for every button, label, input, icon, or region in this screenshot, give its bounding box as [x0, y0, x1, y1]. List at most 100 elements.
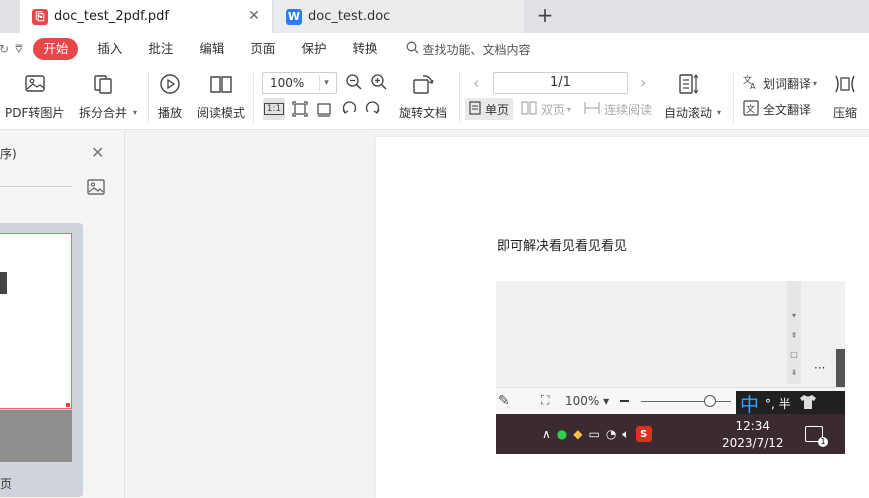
rotate-doc-label: 旋转文档: [399, 106, 448, 120]
split-merge-icon: [90, 71, 116, 97]
menu-convert[interactable]: 转换: [339, 38, 390, 60]
full-translate-button[interactable]: 文 全文翻译: [743, 98, 811, 120]
double-page-label: 双页: [541, 102, 566, 117]
toolbar-separator: [148, 71, 149, 123]
compress-button[interactable]: 压缩: [832, 71, 858, 121]
actual-size-label: 1:1: [263, 103, 285, 115]
compress-label: 压缩: [832, 106, 857, 120]
page-number-input[interactable]: 1/1: [493, 72, 628, 94]
toolbar-separator: [459, 71, 460, 123]
svg-text:文: 文: [746, 103, 755, 115]
fit-page-icon[interactable]: [290, 99, 310, 119]
system-clock: 12:34 2023/7/12: [722, 418, 784, 452]
tab-doc-test-2pdf[interactable]: ⎘ doc_test_2pdf.pdf ✕: [20, 0, 272, 33]
word-translate-button[interactable]: 文A 划词翻译 ▾: [743, 72, 817, 94]
rotate-right-icon[interactable]: [363, 99, 383, 119]
book-icon: [208, 71, 234, 97]
chevron-down-icon: ▾: [813, 78, 818, 88]
tab-label: doc_test.doc: [308, 9, 391, 24]
chevron-down-icon: ▾: [717, 108, 722, 117]
menu-home[interactable]: 开始: [33, 38, 79, 60]
zoom-in-icon[interactable]: [369, 72, 389, 92]
zoom-slider-track: [641, 401, 731, 402]
zoom-select[interactable]: 100% ▾: [262, 72, 337, 94]
continuous-read-button[interactable]: 连续阅读: [584, 98, 652, 120]
thumbnail-marker: [66, 403, 70, 407]
menu-annotate[interactable]: 批注: [135, 38, 186, 60]
embedded-panel-edge: [836, 349, 845, 387]
single-page-label: 单页: [485, 102, 510, 117]
volume-icon: 🔈︎: [622, 426, 630, 441]
ime-language: 中: [740, 394, 760, 416]
translate-icon: 文A: [743, 74, 759, 93]
split-merge-label: 拆分合并: [79, 106, 128, 120]
menu-edit[interactable]: 编辑: [186, 38, 237, 60]
menu-protect[interactable]: 保护: [288, 38, 339, 60]
doc-translate-icon: 文: [743, 99, 759, 119]
pdf-to-image-label: PDF转图片: [5, 106, 65, 120]
close-icon[interactable]: ✕: [246, 8, 262, 24]
notification-count: 1: [818, 437, 828, 447]
image-icon: [22, 71, 48, 97]
more-down-icon[interactable]: ⩢: [15, 42, 22, 57]
thumbnail-page: [0, 233, 72, 409]
read-mode-button[interactable]: 阅读模式: [197, 71, 245, 121]
chevron-down-icon[interactable]: ▾: [319, 75, 333, 91]
chevron-down-icon: ▾: [567, 104, 572, 114]
svg-text:A: A: [750, 82, 756, 90]
toolbar-separator: [253, 71, 254, 123]
single-page-button[interactable]: 单页: [465, 98, 514, 120]
actual-size-button[interactable]: 1:1: [263, 98, 285, 120]
embedded-zoom-value: 100%: [565, 394, 600, 408]
pdf-to-image-button[interactable]: PDF转图片: [5, 71, 64, 121]
rotate-left-icon[interactable]: [339, 99, 359, 119]
fit-width-icon[interactable]: [314, 99, 334, 119]
minus-icon: [620, 400, 629, 402]
next-page-icon[interactable]: ›: [640, 73, 646, 92]
prev-page-icon[interactable]: ‹: [473, 73, 479, 92]
split-merge-button[interactable]: 拆分合并 ▾: [79, 71, 137, 121]
zoom-slider-knob: [704, 395, 716, 407]
word-icon: W: [286, 8, 302, 25]
auto-scroll-button[interactable]: 自动滚动 ▾: [664, 71, 721, 121]
single-page-icon: [469, 100, 481, 118]
rotate-doc-button[interactable]: 旋转文档: [399, 71, 447, 121]
rotate-icon: [410, 71, 436, 97]
play-icon: [157, 71, 183, 97]
chevron-up-icon: ∧: [542, 427, 551, 441]
notification-icon: 1: [805, 426, 828, 447]
compress-icon: [832, 71, 858, 97]
menu-bar: ↻ ⩢ 开始 插入 批注 编辑 页面 保护 转换 查找功能、文档内容: [0, 33, 869, 65]
zoom-out-icon[interactable]: [344, 72, 364, 92]
chevron-down-icon: ▾: [133, 108, 138, 117]
tab-bar: ⎘ doc_test_2pdf.pdf ✕ W doc_test.doc +: [0, 0, 869, 33]
tab-doc-test[interactable]: W doc_test.doc: [274, 0, 524, 33]
pen-icon: ✎: [498, 393, 510, 409]
auto-scroll-label: 自动滚动: [664, 106, 713, 120]
image-icon[interactable]: [87, 179, 105, 195]
thumbnail-panel: 序) ✕ 页: [0, 131, 125, 498]
search-box[interactable]: 查找功能、文档内容: [406, 41, 530, 58]
read-mode-label: 阅读模式: [197, 106, 246, 120]
ime-toolbar: 中 °, 半: [736, 391, 845, 416]
double-page-button[interactable]: 双页 ▾: [521, 98, 571, 120]
wechat-icon: ●: [556, 427, 568, 441]
play-button[interactable]: 播放: [157, 71, 183, 121]
new-tab-button[interactable]: +: [533, 4, 557, 28]
thumbnail-image: [0, 272, 7, 294]
wifi-icon: ◔: [605, 427, 617, 441]
sogou-icon: S: [635, 426, 652, 442]
search-placeholder: 查找功能、文档内容: [422, 42, 531, 57]
close-icon[interactable]: ✕: [91, 143, 104, 162]
toolbar: PDF转图片 拆分合并 ▾ 播放 阅读模式 旋转文档 自动滚动 ▾ 压缩: [0, 65, 869, 130]
menu-insert[interactable]: 插入: [84, 38, 135, 60]
embedded-zoom: 100% ▾: [565, 394, 610, 408]
search-icon: [406, 41, 419, 57]
battery-icon: ▭: [588, 427, 600, 441]
play-label: 播放: [157, 106, 182, 120]
toolbar-separator: [733, 71, 734, 123]
menu-page[interactable]: 页面: [237, 38, 288, 60]
ime-mode: °, 半: [765, 397, 791, 411]
continuous-icon: [584, 101, 600, 118]
redo-icon[interactable]: ↻: [0, 42, 9, 56]
